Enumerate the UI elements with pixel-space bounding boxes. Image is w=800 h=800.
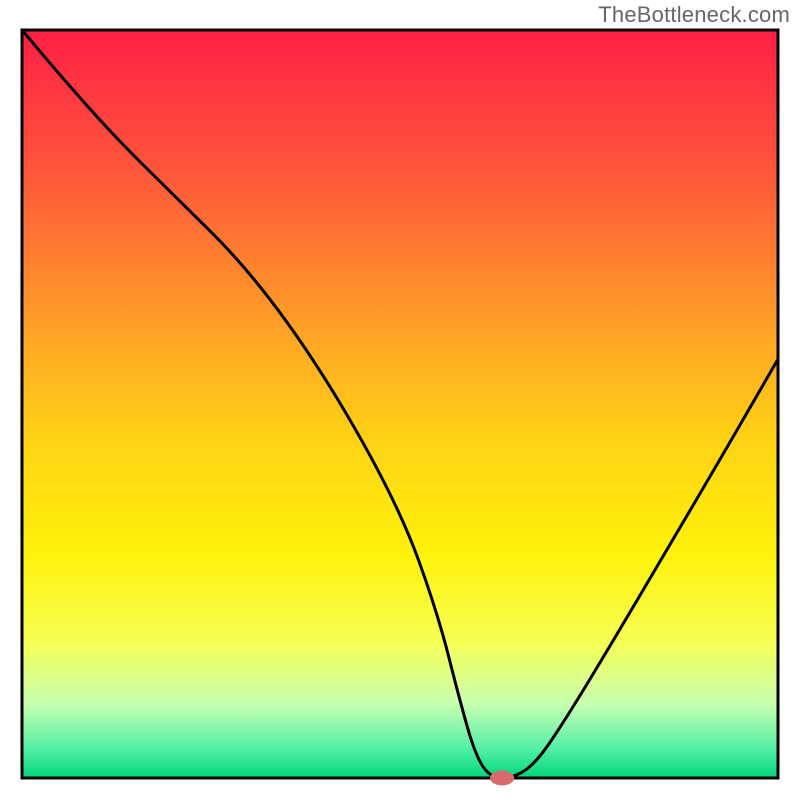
chart-svg [0,0,800,800]
plot-area [22,30,778,785]
minimum-marker [490,771,514,786]
chart-root: TheBottleneck.com [0,0,800,800]
gradient-background [22,30,778,778]
